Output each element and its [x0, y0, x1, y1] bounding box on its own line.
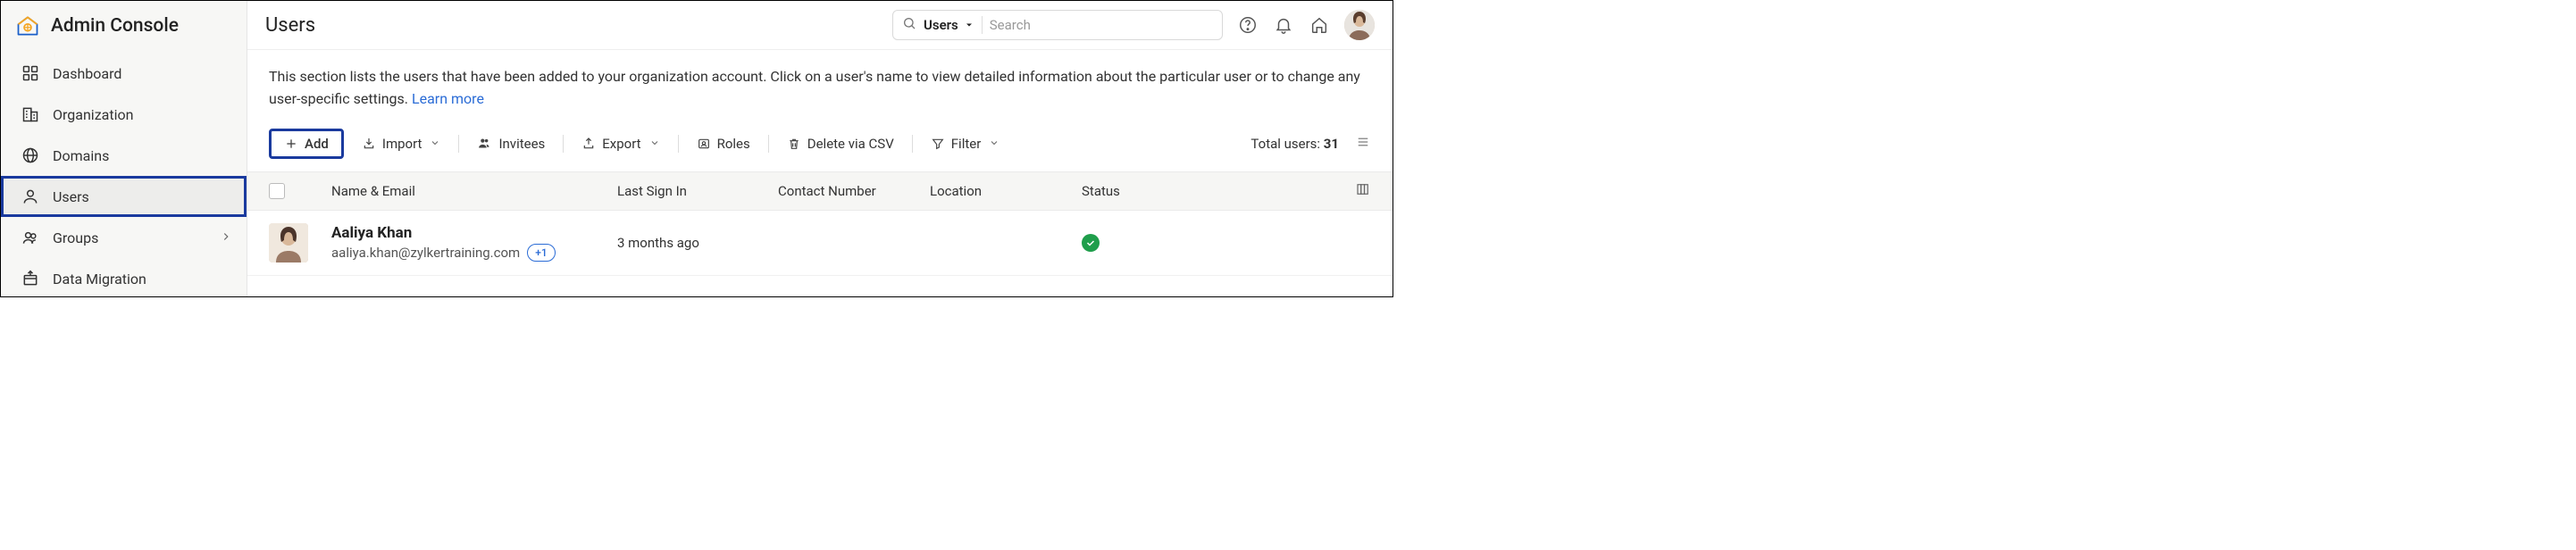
- search-input[interactable]: [990, 17, 1213, 33]
- filter-label: Filter: [951, 136, 982, 152]
- page-title: Users: [265, 14, 315, 37]
- building-icon: [21, 104, 40, 124]
- col-name-header[interactable]: Name & Email: [331, 183, 617, 199]
- sidebar: Admin Console Dashboard Organization: [1, 1, 247, 296]
- import-label: Import: [382, 136, 422, 152]
- migration-icon: [21, 269, 40, 288]
- profile-avatar[interactable]: [1344, 10, 1375, 40]
- sidebar-item-label: Dashboard: [53, 65, 121, 82]
- sidebar-item-data-migration[interactable]: Data Migration: [1, 258, 247, 299]
- plus-icon: [284, 137, 298, 151]
- roles-icon: [697, 137, 711, 151]
- column-settings-icon[interactable]: [1355, 181, 1371, 201]
- sidebar-item-label: Organization: [53, 106, 133, 123]
- help-icon[interactable]: [1237, 14, 1259, 36]
- sidebar-item-domains[interactable]: Domains: [1, 135, 247, 176]
- globe-icon: [21, 146, 40, 165]
- caret-down-icon: [964, 20, 974, 30]
- list-view-icon[interactable]: [1355, 134, 1371, 154]
- sidebar-item-label: Data Migration: [53, 271, 146, 288]
- import-icon: [362, 137, 376, 151]
- delete-csv-button[interactable]: Delete via CSV: [776, 129, 905, 158]
- app-logo-icon: [15, 13, 40, 38]
- sidebar-item-dashboard[interactable]: Dashboard: [1, 53, 247, 94]
- chevron-down-icon: [989, 136, 999, 152]
- roles-button[interactable]: Roles: [686, 129, 761, 158]
- group-icon: [21, 228, 40, 247]
- sidebar-item-label: Domains: [53, 147, 109, 164]
- app-title: Admin Console: [51, 15, 179, 37]
- table-row[interactable]: Aaliya Khan aaliya.khan@zylkertraining.c…: [247, 211, 1393, 276]
- topbar: Users Users: [247, 1, 1393, 49]
- user-email: aaliya.khan@zylkertraining.com: [331, 245, 520, 261]
- divider: [458, 135, 459, 153]
- additional-emails-badge[interactable]: +1: [527, 244, 555, 262]
- sidebar-header: Admin Console: [1, 1, 247, 53]
- chevron-down-icon: [649, 136, 660, 152]
- sidebar-item-label: Users: [53, 188, 89, 205]
- sidebar-item-groups[interactable]: Groups: [1, 217, 247, 258]
- chevron-down-icon: [430, 136, 440, 152]
- invitees-label: Invitees: [498, 136, 545, 152]
- col-signin-header[interactable]: Last Sign In: [617, 183, 778, 199]
- total-users-count: 31: [1324, 136, 1339, 152]
- sidebar-item-users[interactable]: Users: [1, 176, 247, 217]
- roles-label: Roles: [717, 136, 750, 152]
- select-all-checkbox[interactable]: [269, 183, 285, 199]
- page-description: This section lists the users that have b…: [247, 50, 1393, 120]
- filter-button[interactable]: Filter: [920, 129, 1011, 158]
- sidebar-item-organization[interactable]: Organization: [1, 94, 247, 135]
- status-active-icon: [1082, 234, 1100, 252]
- trash-icon: [787, 137, 801, 151]
- export-icon: [581, 137, 596, 151]
- dashboard-icon: [21, 63, 40, 83]
- divider: [563, 135, 564, 153]
- user-name: Aaliya Khan: [331, 224, 412, 242]
- add-label: Add: [305, 136, 329, 152]
- delete-csv-label: Delete via CSV: [807, 136, 894, 152]
- toolbar: Add Import Invitees: [247, 120, 1393, 171]
- learn-more-link[interactable]: Learn more: [412, 90, 484, 107]
- home-icon[interactable]: [1309, 14, 1330, 36]
- divider: [678, 135, 679, 153]
- invitees-button[interactable]: Invitees: [466, 129, 556, 158]
- export-button[interactable]: Export: [571, 129, 670, 158]
- user-last-signin: 3 months ago: [617, 235, 778, 251]
- divider: [982, 16, 983, 34]
- total-users: Total users: 31: [1250, 136, 1339, 152]
- col-location-header[interactable]: Location: [930, 183, 1082, 199]
- total-users-label: Total users:: [1250, 136, 1323, 152]
- add-button[interactable]: Add: [269, 129, 344, 159]
- search-scope-label: Users: [924, 17, 958, 33]
- divider: [912, 135, 913, 153]
- filter-icon: [931, 137, 945, 151]
- bell-icon[interactable]: [1273, 14, 1294, 36]
- search-box[interactable]: Users: [892, 10, 1223, 40]
- user-icon: [21, 187, 40, 206]
- divider: [768, 135, 769, 153]
- invitees-icon: [477, 136, 492, 151]
- import-button[interactable]: Import: [351, 129, 452, 158]
- user-avatar: [269, 223, 308, 262]
- main-content: Users Users: [247, 1, 1393, 296]
- chevron-right-icon: [220, 229, 232, 246]
- sidebar-item-label: Groups: [53, 229, 98, 246]
- table-header: Name & Email Last Sign In Contact Number…: [247, 171, 1393, 211]
- col-contact-header[interactable]: Contact Number: [778, 183, 930, 199]
- col-status-header[interactable]: Status: [1082, 183, 1189, 199]
- export-label: Export: [602, 136, 640, 152]
- search-icon: [902, 16, 916, 34]
- search-scope-selector[interactable]: Users: [924, 17, 974, 33]
